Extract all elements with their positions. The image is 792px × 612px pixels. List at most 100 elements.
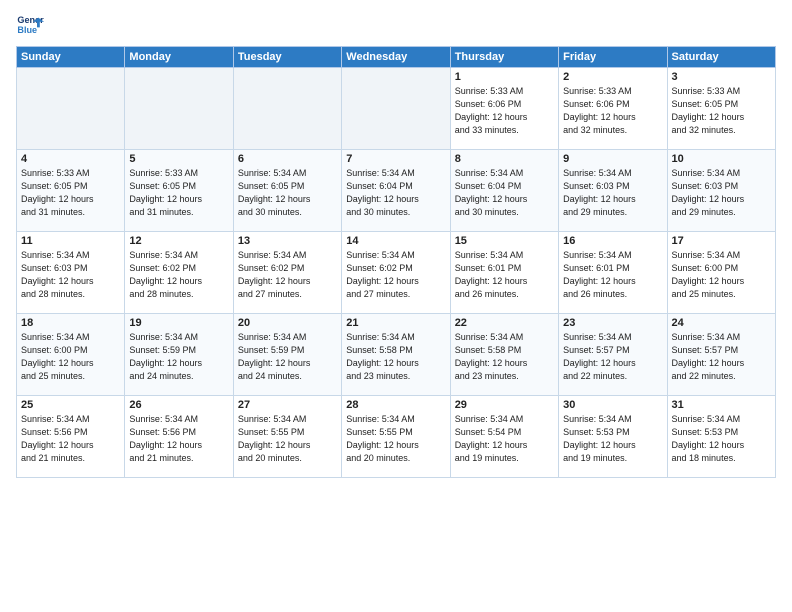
day-info: Sunrise: 5:34 AMSunset: 6:03 PMDaylight:…	[672, 167, 771, 219]
calendar-cell: 19 Sunrise: 5:34 AMSunset: 5:59 PMDayligh…	[125, 314, 233, 396]
day-number: 29	[455, 399, 554, 411]
day-info: Sunrise: 5:33 AMSunset: 6:06 PMDaylight:…	[455, 85, 554, 137]
day-number: 4	[21, 153, 120, 165]
calendar-cell: 17 Sunrise: 5:34 AMSunset: 6:00 PMDayligh…	[667, 232, 775, 314]
calendar-cell: 26 Sunrise: 5:34 AMSunset: 5:56 PMDayligh…	[125, 396, 233, 478]
day-info: Sunrise: 5:34 AMSunset: 5:55 PMDaylight:…	[238, 413, 337, 465]
day-number: 24	[672, 317, 771, 329]
calendar-cell: 29Sunrise: 5:34 AMSunset: 5:54 PMDayligh…	[450, 396, 558, 478]
day-info: Sunrise: 5:34 AMSunset: 5:55 PMDaylight:…	[346, 413, 445, 465]
calendar-cell: 12Sunrise: 5:34 AMSunset: 6:02 PMDayligh…	[125, 232, 233, 314]
day-number: 26	[129, 399, 228, 411]
day-number: 2	[563, 71, 662, 83]
calendar-cell: 16Sunrise: 5:34 AMSunset: 6:01 PMDayligh…	[559, 232, 667, 314]
calendar-cell: 7 Sunrise: 5:34 AMSunset: 6:04 PMDaylight…	[342, 150, 450, 232]
weekday-header-monday: Monday	[125, 47, 233, 68]
calendar-cell	[233, 68, 341, 150]
day-number: 22	[455, 317, 554, 329]
day-info: Sunrise: 5:34 AMSunset: 5:59 PMDaylight:…	[129, 331, 228, 383]
day-number: 11	[21, 235, 120, 247]
day-number: 7	[346, 153, 445, 165]
calendar-cell: 24 Sunrise: 5:34 AMSunset: 5:57 PMDayligh…	[667, 314, 775, 396]
day-info: Sunrise: 5:34 AMSunset: 5:53 PMDaylight:…	[672, 413, 771, 465]
day-info: Sunrise: 5:34 AMSunset: 6:03 PMDaylight:…	[21, 249, 120, 301]
calendar-cell: 21Sunrise: 5:34 AMSunset: 5:58 PMDayligh…	[342, 314, 450, 396]
day-number: 10	[672, 153, 771, 165]
day-number: 17	[672, 235, 771, 247]
day-info: Sunrise: 5:34 AMSunset: 5:53 PMDaylight:…	[563, 413, 662, 465]
week-row-2: 4 Sunrise: 5:33 AMSunset: 6:05 PMDaylight…	[17, 150, 776, 232]
day-number: 1	[455, 71, 554, 83]
day-info: Sunrise: 5:34 AMSunset: 5:58 PMDaylight:…	[455, 331, 554, 383]
calendar-cell: 30 Sunrise: 5:34 AMSunset: 5:53 PMDayligh…	[559, 396, 667, 478]
logo: General Blue	[16, 12, 44, 40]
week-row-3: 11 Sunrise: 5:34 AMSunset: 6:03 PMDayligh…	[17, 232, 776, 314]
day-number: 27	[238, 399, 337, 411]
day-number: 8	[455, 153, 554, 165]
calendar-cell: 20 Sunrise: 5:34 AMSunset: 5:59 PMDayligh…	[233, 314, 341, 396]
day-number: 21	[346, 317, 445, 329]
day-info: Sunrise: 5:34 AMSunset: 5:57 PMDaylight:…	[672, 331, 771, 383]
day-number: 19	[129, 317, 228, 329]
calendar-cell: 5Sunrise: 5:33 AMSunset: 6:05 PMDaylight…	[125, 150, 233, 232]
day-number: 18	[21, 317, 120, 329]
calendar-cell: 28Sunrise: 5:34 AMSunset: 5:55 PMDayligh…	[342, 396, 450, 478]
day-info: Sunrise: 5:34 AMSunset: 6:04 PMDaylight:…	[346, 167, 445, 219]
calendar-cell: 3 Sunrise: 5:33 AMSunset: 6:05 PMDaylight…	[667, 68, 775, 150]
calendar-cell: 31 Sunrise: 5:34 AMSunset: 5:53 PMDayligh…	[667, 396, 775, 478]
day-number: 15	[455, 235, 554, 247]
calendar-cell: 2 Sunrise: 5:33 AMSunset: 6:06 PMDaylight…	[559, 68, 667, 150]
weekday-header-thursday: Thursday	[450, 47, 558, 68]
calendar-cell: 10 Sunrise: 5:34 AMSunset: 6:03 PMDayligh…	[667, 150, 775, 232]
day-info: Sunrise: 5:33 AMSunset: 6:05 PMDaylight:…	[21, 167, 120, 219]
calendar-cell: 18 Sunrise: 5:34 AMSunset: 6:00 PMDayligh…	[17, 314, 125, 396]
calendar-cell: 25 Sunrise: 5:34 AMSunset: 5:56 PMDayligh…	[17, 396, 125, 478]
day-number: 31	[672, 399, 771, 411]
day-info: Sunrise: 5:34 AMSunset: 6:00 PMDaylight:…	[672, 249, 771, 301]
day-info: Sunrise: 5:34 AMSunset: 6:01 PMDaylight:…	[563, 249, 662, 301]
calendar-cell: 15 Sunrise: 5:34 AMSunset: 6:01 PMDayligh…	[450, 232, 558, 314]
day-info: Sunrise: 5:34 AMSunset: 6:02 PMDaylight:…	[129, 249, 228, 301]
day-number: 6	[238, 153, 337, 165]
week-row-1: 1 Sunrise: 5:33 AMSunset: 6:06 PMDaylight…	[17, 68, 776, 150]
day-info: Sunrise: 5:34 AMSunset: 6:01 PMDaylight:…	[455, 249, 554, 301]
header: General Blue	[16, 12, 776, 40]
calendar-cell: 6Sunrise: 5:34 AMSunset: 6:05 PMDaylight…	[233, 150, 341, 232]
logo-icon: General Blue	[16, 12, 44, 40]
day-info: Sunrise: 5:34 AMSunset: 5:56 PMDaylight:…	[21, 413, 120, 465]
calendar-cell: 1 Sunrise: 5:33 AMSunset: 6:06 PMDaylight…	[450, 68, 558, 150]
calendar-cell	[17, 68, 125, 150]
weekday-header-wednesday: Wednesday	[342, 47, 450, 68]
calendar-cell: 14 Sunrise: 5:34 AMSunset: 6:02 PMDayligh…	[342, 232, 450, 314]
week-row-4: 18 Sunrise: 5:34 AMSunset: 6:00 PMDayligh…	[17, 314, 776, 396]
day-info: Sunrise: 5:34 AMSunset: 5:59 PMDaylight:…	[238, 331, 337, 383]
day-info: Sunrise: 5:34 AMSunset: 6:03 PMDaylight:…	[563, 167, 662, 219]
calendar-cell: 8Sunrise: 5:34 AMSunset: 6:04 PMDaylight…	[450, 150, 558, 232]
weekday-header-tuesday: Tuesday	[233, 47, 341, 68]
day-number: 14	[346, 235, 445, 247]
day-info: Sunrise: 5:34 AMSunset: 6:00 PMDaylight:…	[21, 331, 120, 383]
week-row-5: 25 Sunrise: 5:34 AMSunset: 5:56 PMDayligh…	[17, 396, 776, 478]
day-number: 9	[563, 153, 662, 165]
calendar-cell	[125, 68, 233, 150]
day-info: Sunrise: 5:34 AMSunset: 6:02 PMDaylight:…	[238, 249, 337, 301]
day-info: Sunrise: 5:34 AMSunset: 6:02 PMDaylight:…	[346, 249, 445, 301]
day-number: 25	[21, 399, 120, 411]
svg-text:Blue: Blue	[17, 25, 37, 35]
day-info: Sunrise: 5:33 AMSunset: 6:05 PMDaylight:…	[672, 85, 771, 137]
day-info: Sunrise: 5:34 AMSunset: 5:56 PMDaylight:…	[129, 413, 228, 465]
day-number: 30	[563, 399, 662, 411]
weekday-header-saturday: Saturday	[667, 47, 775, 68]
day-info: Sunrise: 5:34 AMSunset: 5:57 PMDaylight:…	[563, 331, 662, 383]
page: General Blue SundayMondayTuesdayWednesda…	[0, 0, 792, 612]
day-number: 3	[672, 71, 771, 83]
weekday-header-friday: Friday	[559, 47, 667, 68]
day-number: 23	[563, 317, 662, 329]
weekday-header-sunday: Sunday	[17, 47, 125, 68]
day-number: 20	[238, 317, 337, 329]
day-info: Sunrise: 5:33 AMSunset: 6:06 PMDaylight:…	[563, 85, 662, 137]
day-info: Sunrise: 5:33 AMSunset: 6:05 PMDaylight:…	[129, 167, 228, 219]
calendar: SundayMondayTuesdayWednesdayThursdayFrid…	[16, 46, 776, 478]
calendar-cell: 27 Sunrise: 5:34 AMSunset: 5:55 PMDayligh…	[233, 396, 341, 478]
calendar-cell: 11 Sunrise: 5:34 AMSunset: 6:03 PMDayligh…	[17, 232, 125, 314]
